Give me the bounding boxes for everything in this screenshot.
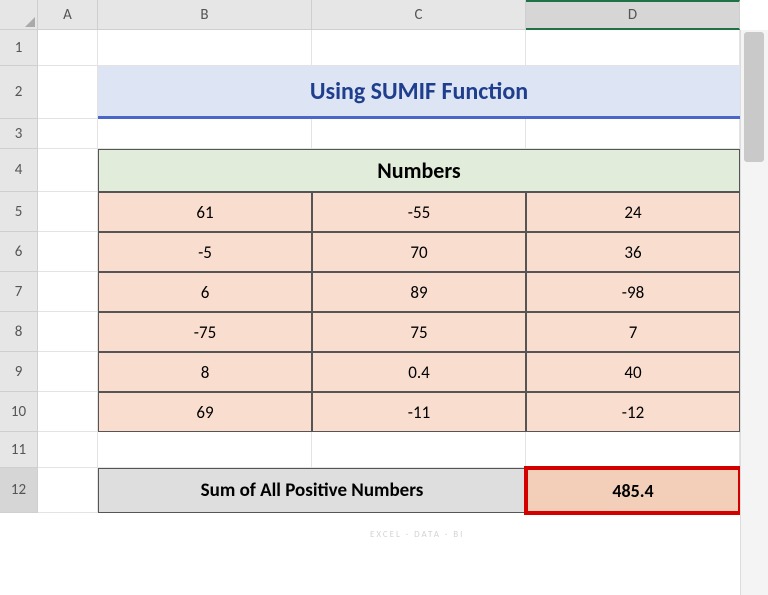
cell-B1[interactable] [98,30,312,66]
row-header-9[interactable]: 9 [0,352,38,392]
col-header-A[interactable]: A [38,0,98,30]
cell-D6[interactable]: 36 [526,232,740,272]
cell-A7[interactable] [38,272,98,312]
cell-C9[interactable]: 0.4 [312,352,526,392]
cell-D10[interactable]: -12 [526,392,740,432]
cell-B11[interactable] [98,432,312,468]
select-all-corner[interactable] [0,0,38,30]
cell-C6[interactable]: 70 [312,232,526,272]
cell-C10[interactable]: -11 [312,392,526,432]
cell-A4[interactable] [38,149,98,192]
cell-D7[interactable]: -98 [526,272,740,312]
cell-D5[interactable]: 24 [526,192,740,232]
cell-B8[interactable]: -75 [98,312,312,352]
cell-B3[interactable] [98,119,312,149]
cell-C7[interactable]: 89 [312,272,526,312]
row-header-10[interactable]: 10 [0,392,38,432]
cell-A12[interactable] [38,468,98,513]
cell-A11[interactable] [38,432,98,468]
spreadsheet-grid: A B C D 1 2 Using SUMIF Function 3 4 Num… [0,0,740,513]
row-header-4[interactable]: 4 [0,149,38,192]
cell-C11[interactable] [312,432,526,468]
cell-C1[interactable] [312,30,526,66]
cell-B7[interactable]: 6 [98,272,312,312]
cell-A10[interactable] [38,392,98,432]
cell-C3[interactable] [312,119,526,149]
col-header-C[interactable]: C [312,0,526,30]
cell-A1[interactable] [38,30,98,66]
sum-label-cell[interactable]: Sum of All Positive Numbers [98,468,526,513]
cell-A9[interactable] [38,352,98,392]
cell-D1[interactable] [526,30,740,66]
cell-D3[interactable] [526,119,740,149]
col-header-D[interactable]: D [526,0,740,30]
cell-D9[interactable]: 40 [526,352,740,392]
sum-value-cell[interactable]: 485.4 [526,468,740,513]
page-title: Using SUMIF Function [310,77,528,106]
row-header-3[interactable]: 3 [0,119,38,149]
row-header-6[interactable]: 6 [0,232,38,272]
watermark: EXCEL · DATA · BI [370,530,464,541]
cell-A6[interactable] [38,232,98,272]
vertical-scrollbar[interactable] [740,30,768,595]
cell-B5[interactable]: 61 [98,192,312,232]
title-cell[interactable]: Using SUMIF Function [98,66,740,119]
cell-D8[interactable]: 7 [526,312,740,352]
cell-A2[interactable] [38,66,98,119]
cell-A8[interactable] [38,312,98,352]
cell-D11[interactable] [526,432,740,468]
row-header-11[interactable]: 11 [0,432,38,468]
row-header-5[interactable]: 5 [0,192,38,232]
cell-B6[interactable]: -5 [98,232,312,272]
cell-A3[interactable] [38,119,98,149]
row-header-2[interactable]: 2 [0,66,38,119]
cell-C5[interactable]: -55 [312,192,526,232]
table-header[interactable]: Numbers [98,149,740,192]
cell-A5[interactable] [38,192,98,232]
row-header-1[interactable]: 1 [0,30,38,66]
row-header-12[interactable]: 12 [0,468,38,513]
col-header-B[interactable]: B [98,0,312,30]
row-header-8[interactable]: 8 [0,312,38,352]
cell-B9[interactable]: 8 [98,352,312,392]
cell-C8[interactable]: 75 [312,312,526,352]
row-header-7[interactable]: 7 [0,272,38,312]
cell-B10[interactable]: 69 [98,392,312,432]
scrollbar-thumb[interactable] [744,32,764,162]
